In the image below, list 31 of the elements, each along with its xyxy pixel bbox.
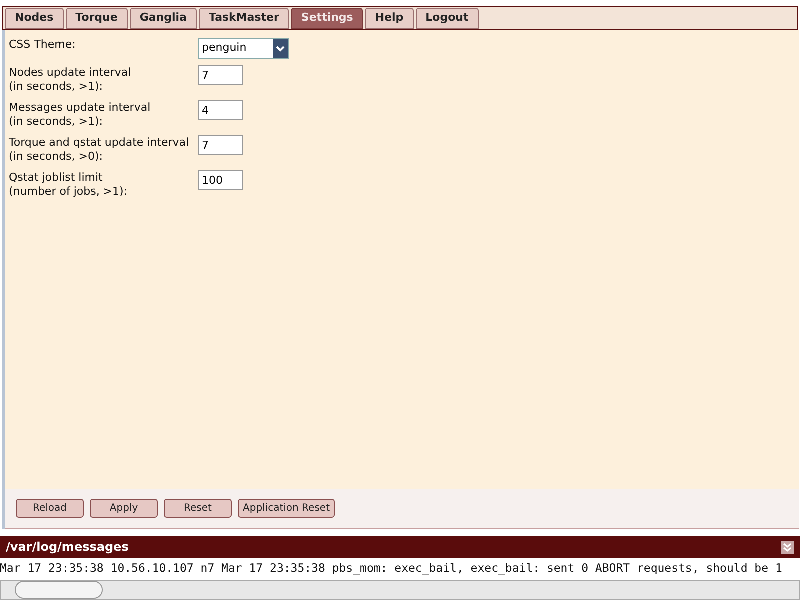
field-label: Torque and qstat update interval (9, 136, 190, 150)
field-label: CSS Theme: (9, 38, 77, 52)
input-field[interactable]: 4 (198, 100, 243, 120)
collapse-icon[interactable] (781, 540, 794, 554)
tab[interactable]: Settings (291, 8, 364, 29)
action-button[interactable]: Reload (16, 499, 84, 518)
field-label: Qstat joblist limit (9, 171, 104, 185)
tab[interactable]: TaskMaster (198, 8, 290, 29)
tab[interactable]: Help (365, 8, 414, 29)
tab[interactable]: Logout (416, 8, 479, 29)
tab[interactable]: Nodes (5, 8, 64, 29)
field-hint: (in seconds, >0): (9, 150, 104, 164)
field-hint: (number of jobs, >1): (9, 185, 129, 199)
scrollbar-thumb[interactable] (15, 581, 103, 599)
field-hint: (in seconds, >1): (9, 115, 104, 129)
horizontal-scrollbar[interactable] (0, 580, 800, 600)
action-button[interactable]: Application Reset (238, 499, 335, 518)
log-line: Mar 17 23:35:38 10.56.10.107 n7 Mar 17 23:35:38 pbs_mom: exec_bail, exec_bail: sent 0 ABORT requests, should be 1 (0, 560, 782, 578)
dropdown-caret-icon (273, 39, 288, 58)
tab[interactable]: Ganglia (130, 8, 197, 29)
input-field[interactable]: 100 (198, 170, 243, 190)
input-field[interactable]: 7 (198, 135, 243, 155)
theme-dropdown[interactable]: penguin (198, 38, 289, 59)
action-button[interactable]: Apply (90, 499, 158, 518)
input-field[interactable]: 7 (198, 65, 243, 85)
field-label: Messages update interval (9, 101, 152, 115)
tab[interactable]: Torque (66, 8, 128, 29)
log-title: /var/log/messages (6, 539, 129, 556)
field-hint: (in seconds, >1): (9, 80, 104, 94)
action-button[interactable]: Reset (164, 499, 232, 518)
field-label: Nodes update interval (9, 66, 132, 80)
